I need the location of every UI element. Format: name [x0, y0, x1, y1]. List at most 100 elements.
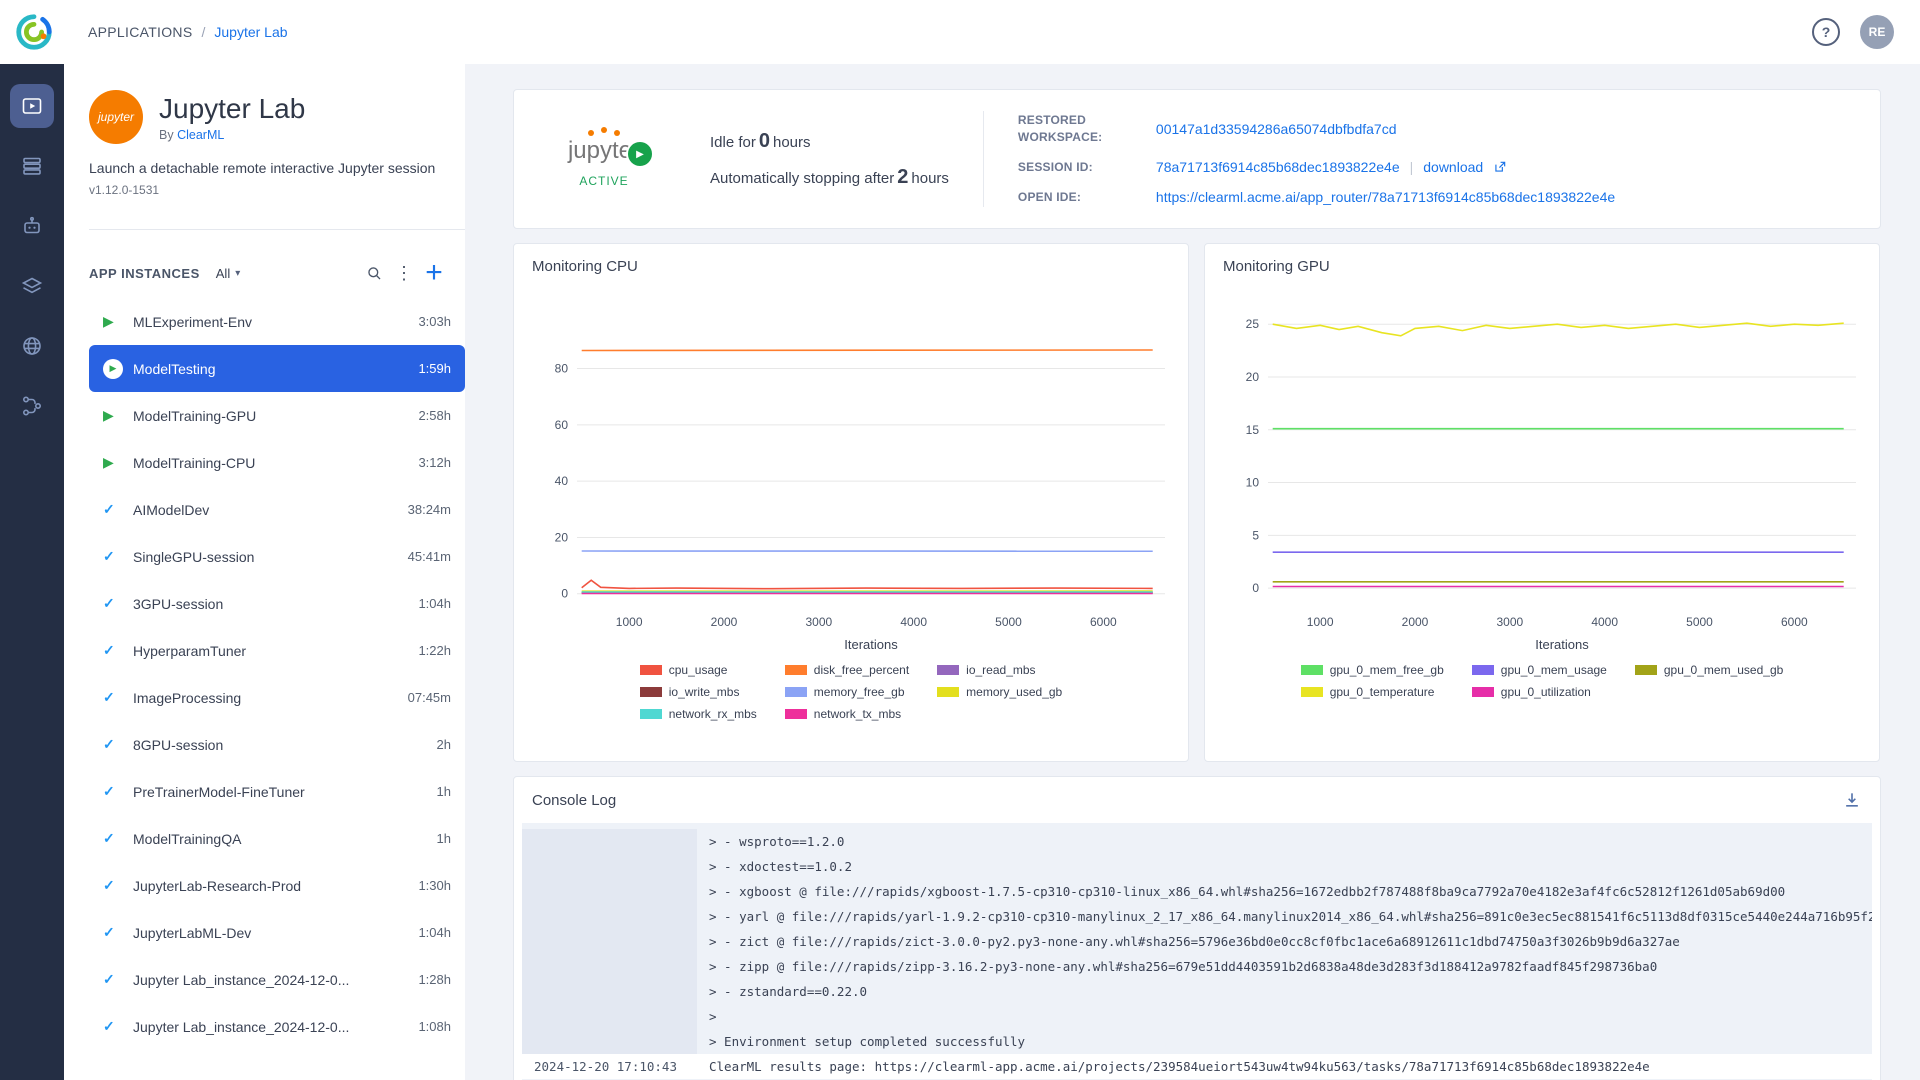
- instance-name: Jupyter Lab_instance_2024-12-0...: [133, 1019, 418, 1035]
- legend-item[interactable]: io_read_mbs: [937, 663, 1062, 677]
- help-icon[interactable]: ?: [1812, 18, 1840, 46]
- svg-text:0: 0: [1252, 581, 1259, 595]
- instance-row[interactable]: ✓ JupyterLab-Research-Prod 1:30h: [89, 862, 465, 909]
- app-panel: jupyter Jupyter Lab By ClearML Launch a …: [64, 64, 465, 1080]
- legend-item[interactable]: network_tx_mbs: [785, 707, 909, 721]
- console-text: > - zict @ file:///rapids/zict-3.0.0-py2…: [697, 929, 1680, 954]
- instance-row[interactable]: ▶ MLExperiment-Env 3:03h: [89, 298, 465, 345]
- instance-row[interactable]: ▶ ModelTesting 1:59h: [89, 345, 465, 392]
- instance-name: PreTrainerModel-FineTuner: [133, 784, 437, 800]
- instance-status-icon: ✓: [103, 501, 133, 518]
- legend-item[interactable]: gpu_0_utilization: [1472, 685, 1607, 699]
- console-text: > - yarl @ file:///rapids/yarl-1.9.2-cp3…: [697, 904, 1872, 929]
- restored-workspace-value[interactable]: 00147a1d33594286a65074dbfbdfa7cd: [1156, 121, 1397, 137]
- legend-item[interactable]: gpu_0_mem_used_gb: [1635, 663, 1783, 677]
- legend-label: network_tx_mbs: [814, 707, 901, 721]
- legend-label: io_read_mbs: [966, 663, 1035, 677]
- instance-row[interactable]: ▶ ModelTraining-CPU 3:12h: [89, 439, 465, 486]
- instance-name: ImageProcessing: [133, 690, 408, 706]
- legend-item[interactable]: memory_free_gb: [785, 685, 909, 699]
- instance-row[interactable]: ✓ PreTrainerModel-FineTuner 1h: [89, 768, 465, 815]
- instance-row[interactable]: ▶ ModelTraining-GPU 2:58h: [89, 392, 465, 439]
- svg-text:5: 5: [1252, 528, 1259, 542]
- jupyter-logo: jupyter ▶: [568, 130, 640, 165]
- instance-duration: 1:30h: [418, 878, 451, 893]
- add-instance-button[interactable]: +: [419, 258, 449, 288]
- svg-text:Iterations: Iterations: [844, 637, 898, 652]
- console-log-body[interactable]: > - wsproto==1.2.0 > - xdoctest==1.0.2 >…: [522, 823, 1872, 1080]
- legend-item[interactable]: io_write_mbs: [640, 685, 757, 699]
- legend-item[interactable]: disk_free_percent: [785, 663, 909, 677]
- download-link[interactable]: download: [1423, 159, 1483, 175]
- open-ide-link[interactable]: https://clearml.acme.ai/app_router/78a71…: [1156, 189, 1615, 205]
- instance-row[interactable]: ✓ Jupyter Lab_instance_2024-12-0... 1:28…: [89, 956, 465, 1003]
- instance-name: SingleGPU-session: [133, 549, 408, 565]
- more-menu-icon[interactable]: ⋮: [389, 258, 419, 288]
- session-status-block: jupyter ▶ ACTIVE: [544, 130, 664, 188]
- sidebar-datasets-icon[interactable]: [10, 264, 54, 308]
- console-text: > - zstandard==0.22.0: [697, 979, 867, 1004]
- legend-item[interactable]: gpu_0_temperature: [1301, 685, 1444, 699]
- session-play-icon[interactable]: ▶: [626, 140, 654, 168]
- legend-item[interactable]: gpu_0_mem_usage: [1472, 663, 1607, 677]
- divider: [983, 111, 984, 207]
- legend-item[interactable]: gpu_0_mem_free_gb: [1301, 663, 1444, 677]
- avatar[interactable]: RE: [1860, 15, 1894, 49]
- console-log-card: Console Log > - wsproto==1.2.0 > - xdoct…: [513, 776, 1881, 1080]
- sidebar-applications-icon[interactable]: [10, 84, 54, 128]
- instance-name: ModelTrainingQA: [133, 831, 437, 847]
- gpu-chart[interactable]: 0510152025100020003000400050006000Iterat…: [1212, 285, 1872, 657]
- sidebar-workers-icon[interactable]: [10, 204, 54, 248]
- instance-status-icon: ▶: [103, 454, 133, 471]
- console-log-row: 2024-12-20 17:10:43 ClearML results page…: [522, 1054, 1872, 1079]
- app-byline: By ClearML: [159, 128, 305, 142]
- legend-item[interactable]: cpu_usage: [640, 663, 757, 677]
- legend-swatch: [1635, 665, 1657, 675]
- sidebar-pipelines-icon[interactable]: [10, 384, 54, 428]
- legend-swatch: [1472, 665, 1494, 675]
- instance-duration: 07:45m: [408, 690, 451, 705]
- session-details: RESTORED WORKSPACE: 00147a1d33594286a650…: [1018, 112, 1615, 205]
- legend-item[interactable]: network_rx_mbs: [640, 707, 757, 721]
- instance-duration: 2:58h: [418, 408, 451, 423]
- instance-name: JupyterLab-Research-Prod: [133, 878, 418, 894]
- console-download-button[interactable]: [1842, 790, 1862, 810]
- console-log-row: >: [522, 1004, 1872, 1029]
- cpu-chart[interactable]: 020406080100020003000400050006000Iterati…: [521, 285, 1181, 657]
- console-timestamp: [522, 854, 697, 879]
- instance-name: MLExperiment-Env: [133, 314, 418, 330]
- instance-row[interactable]: ✓ 3GPU-session 1:04h: [89, 580, 465, 627]
- instance-status-icon: ✓: [103, 924, 133, 941]
- breadcrumb-applications[interactable]: APPLICATIONS: [88, 24, 192, 40]
- console-timestamp: [522, 829, 697, 854]
- console-text: > Environment setup completed successful…: [697, 1029, 1025, 1054]
- instance-row[interactable]: ✓ 8GPU-session 2h: [89, 721, 465, 768]
- autostop-prefix: Automatically stopping after: [710, 170, 894, 187]
- console-log-row: > - zict @ file:///rapids/zict-3.0.0-py2…: [522, 929, 1872, 954]
- gpu-chart-card: Monitoring GPU 0510152025100020003000400…: [1204, 243, 1880, 762]
- instance-row[interactable]: ✓ ModelTrainingQA 1h: [89, 815, 465, 862]
- instance-row[interactable]: ✓ Jupyter Lab_instance_2024-12-0... 1:08…: [89, 1003, 465, 1050]
- instance-row[interactable]: ✓ JupyterLabML-Dev 1:04h: [89, 909, 465, 956]
- instance-row[interactable]: ✓ SingleGPU-session 45:41m: [89, 533, 465, 580]
- legend-item[interactable]: memory_used_gb: [937, 685, 1062, 699]
- instance-row[interactable]: ✓ AIModelDev 38:24m: [89, 486, 465, 533]
- legend-label: gpu_0_utilization: [1501, 685, 1591, 699]
- search-icon[interactable]: [359, 258, 389, 288]
- sidebar-reports-icon[interactable]: [10, 324, 54, 368]
- byline-vendor-link[interactable]: ClearML: [177, 128, 224, 142]
- svg-text:20: 20: [1246, 370, 1260, 384]
- instance-row[interactable]: ✓ ImageProcessing 07:45m: [89, 674, 465, 721]
- instances-filter-dropdown[interactable]: All ▾: [216, 266, 240, 281]
- console-log-row: > Environment setup completed successful…: [522, 1029, 1872, 1054]
- session-id-value[interactable]: 78a71713f6914c85b68dec1893822e4e: [1156, 159, 1400, 175]
- console-timestamp: [522, 904, 697, 929]
- instance-row[interactable]: ✓ HyperparamTuner 1:22h: [89, 627, 465, 674]
- console-timestamp: [522, 979, 697, 1004]
- legend-swatch: [640, 687, 662, 697]
- idle-suffix: hours: [773, 134, 811, 151]
- clearml-logo[interactable]: [12, 10, 56, 54]
- svg-text:5000: 5000: [1686, 615, 1713, 629]
- sidebar-queues-icon[interactable]: [10, 144, 54, 188]
- legend-label: gpu_0_mem_used_gb: [1664, 663, 1783, 677]
